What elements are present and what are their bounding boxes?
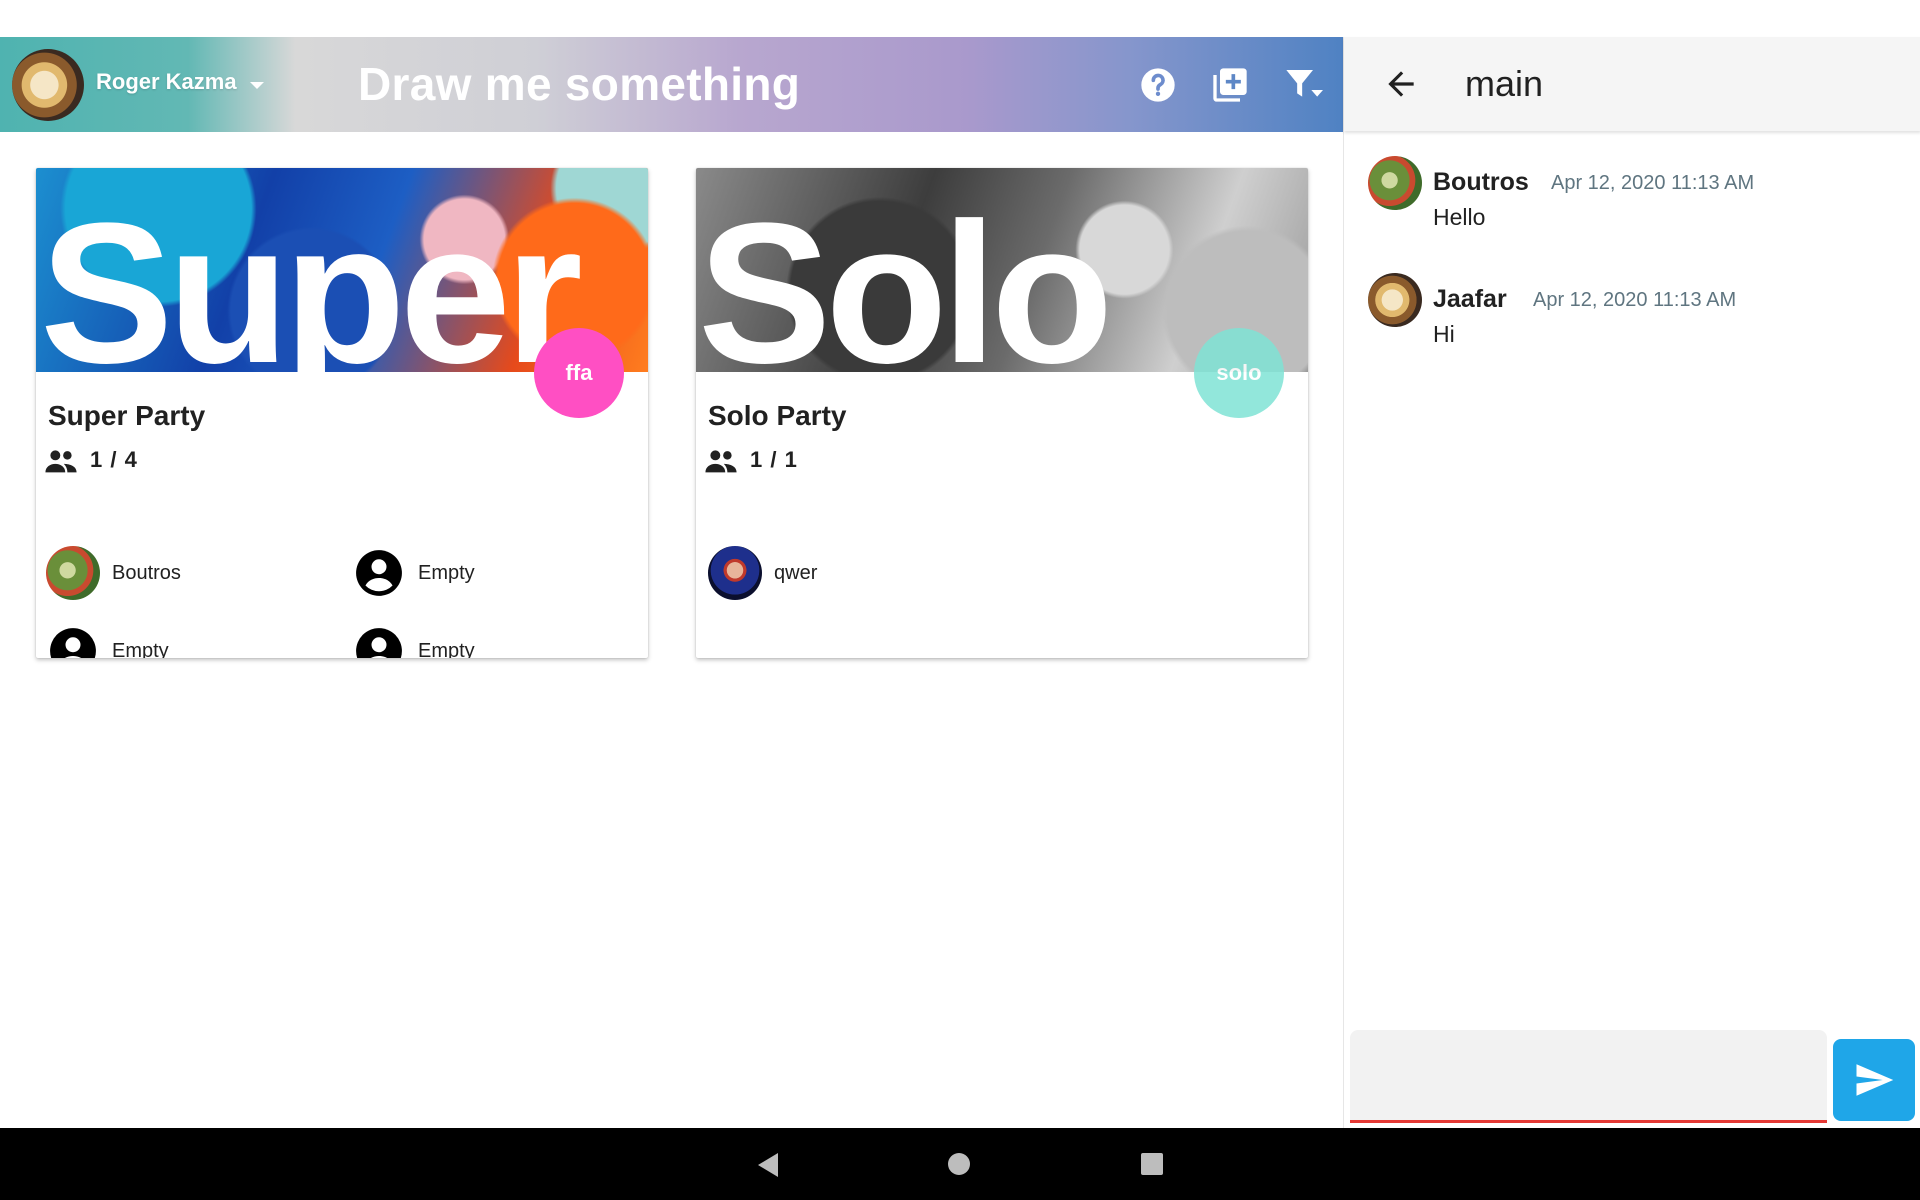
chat-message-input[interactable] bbox=[1350, 1030, 1827, 1123]
nav-back-icon[interactable] bbox=[756, 1152, 780, 1178]
nav-home-icon[interactable] bbox=[948, 1153, 970, 1175]
message-timestamp: Apr 12, 2020 11:13 AM bbox=[1551, 172, 1755, 194]
dropdown-caret-icon[interactable] bbox=[250, 82, 264, 89]
player-name: Empty bbox=[112, 640, 169, 658]
user-avatar[interactable] bbox=[12, 49, 84, 121]
message-text: Hello bbox=[1433, 204, 1486, 230]
chat-header: main bbox=[1344, 37, 1920, 131]
send-button[interactable] bbox=[1833, 1039, 1915, 1121]
status-bar bbox=[0, 0, 1920, 37]
nav-recents-icon[interactable] bbox=[1141, 1153, 1163, 1175]
filter-icon[interactable] bbox=[1283, 65, 1323, 105]
players-icon bbox=[45, 450, 77, 473]
help-icon[interactable] bbox=[1138, 65, 1178, 105]
system-navigation-bar bbox=[0, 1128, 1920, 1200]
mode-badge: ffa bbox=[534, 328, 624, 418]
mode-badge: solo bbox=[1194, 328, 1284, 418]
app-bar: Roger Kazma Draw me something bbox=[0, 37, 1343, 132]
account-circle-icon bbox=[356, 550, 402, 596]
chat-message: Jaafar Apr 12, 2020 11:13 AM Hi bbox=[1368, 273, 1908, 363]
message-timestamp: Apr 12, 2020 11:13 AM bbox=[1533, 289, 1737, 311]
message-author: Boutros bbox=[1433, 168, 1529, 196]
app-title: Draw me something bbox=[358, 58, 801, 110]
player-slot: Empty bbox=[46, 624, 336, 658]
player-name: Empty bbox=[418, 640, 475, 658]
message-text: Hi bbox=[1433, 321, 1455, 347]
add-party-icon[interactable] bbox=[1210, 65, 1250, 105]
player-slot: Empty bbox=[352, 624, 642, 658]
avatar bbox=[708, 546, 762, 600]
banner-word: Solo bbox=[698, 182, 1113, 373]
account-circle-icon bbox=[356, 628, 402, 658]
party-title: Solo Party bbox=[708, 400, 847, 431]
player-name: qwer bbox=[774, 562, 818, 584]
party-card-solo[interactable]: Solo solo Solo Party 1 / 1 qwer bbox=[696, 168, 1308, 658]
user-name[interactable]: Roger Kazma bbox=[96, 69, 237, 95]
players-count: 1 / 4 bbox=[90, 447, 138, 472]
send-icon bbox=[1856, 1064, 1894, 1096]
avatar bbox=[1368, 273, 1422, 327]
chat-channel-title: main bbox=[1465, 63, 1544, 104]
party-card-super[interactable]: Super ffa Super Party 1 / 4 Boutros Empt… bbox=[36, 168, 648, 658]
players-count: 1 / 1 bbox=[750, 447, 798, 472]
banner-word: Super bbox=[40, 182, 583, 373]
account-circle-icon bbox=[50, 628, 96, 658]
avatar bbox=[1368, 156, 1422, 210]
player-slot: Empty bbox=[352, 546, 642, 602]
chat-message: Boutros Apr 12, 2020 11:13 AM Hello bbox=[1368, 156, 1908, 246]
chat-panel: main Boutros Apr 12, 2020 11:13 AM Hello… bbox=[1343, 37, 1920, 1128]
players-icon bbox=[705, 450, 737, 473]
player-slot: qwer bbox=[708, 546, 998, 602]
party-list-area: Roger Kazma Draw me something Super ffa … bbox=[0, 37, 1343, 1128]
player-name: Boutros bbox=[112, 562, 181, 584]
player-slot: Boutros bbox=[46, 546, 336, 602]
player-name: Empty bbox=[418, 562, 475, 584]
party-title: Super Party bbox=[48, 400, 206, 431]
back-arrow-icon[interactable] bbox=[1382, 65, 1420, 103]
avatar bbox=[46, 546, 100, 600]
message-author: Jaafar bbox=[1433, 285, 1507, 313]
